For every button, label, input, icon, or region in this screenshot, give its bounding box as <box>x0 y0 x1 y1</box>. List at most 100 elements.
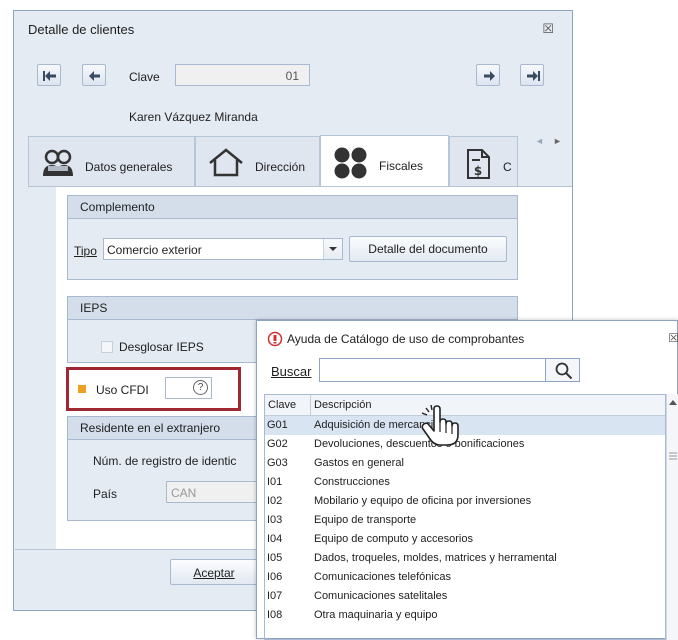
search-button[interactable] <box>545 358 580 382</box>
cell-descripcion: Equipo de transporte <box>314 514 417 526</box>
catalogo-popup: Ayuda de Catálogo de uso de comprobantes… <box>256 320 678 640</box>
house-icon <box>209 148 243 177</box>
scroll-grip-icon[interactable] <box>669 452 677 460</box>
detalle-documento-button[interactable]: Detalle del documento <box>349 236 507 262</box>
svg-text:$: $ <box>474 164 482 178</box>
num-registro-label: Núm. de registro de identic <box>93 454 237 468</box>
required-marker <box>78 385 86 393</box>
popup-title: Ayuda de Catálogo de uso de comprobantes <box>287 332 525 346</box>
tipo-select[interactable]: Comercio exterior <box>103 238 343 260</box>
cell-clave: G02 <box>267 438 288 450</box>
previous-record-icon <box>89 71 100 81</box>
cell-descripcion: Construcciones <box>314 476 390 488</box>
column-header-clave[interactable]: Clave <box>268 399 296 411</box>
buscar-label: Buscar <box>271 364 311 379</box>
cell-clave: I02 <box>267 495 283 507</box>
client-name: Karen Vázquez Miranda <box>129 110 258 124</box>
table-row[interactable]: I05 Dados, troqueles, moldes, matrices y… <box>265 549 665 568</box>
button-label: Aceptar <box>193 566 235 580</box>
aceptar-button[interactable]: Aceptar <box>170 559 258 585</box>
cell-descripcion: Comunicaciones satelitales <box>314 590 448 602</box>
dialog-title: Detalle de clientes <box>28 22 135 37</box>
close-icon[interactable]: ☒ <box>668 331 678 345</box>
tab-label: Fiscales <box>379 159 424 173</box>
table-row[interactable]: I06 Comunicaciones telefónicas <box>265 568 665 587</box>
catalog-table: Clave Descripción G01 Adquisición de mer… <box>264 394 666 640</box>
cell-clave: G03 <box>267 457 288 469</box>
cell-clave: I01 <box>267 476 283 488</box>
first-record-button[interactable] <box>37 64 61 86</box>
cell-clave: I08 <box>267 609 283 621</box>
tab-label: Dirección <box>255 160 306 174</box>
cell-clave: G01 <box>267 419 288 431</box>
catalog-info-icon <box>267 331 283 347</box>
tab-comprobantes[interactable]: $ C <box>449 136 518 187</box>
people-icon <box>43 149 73 176</box>
invoice-dollar-icon: $ <box>467 149 490 179</box>
help-icon[interactable]: ? <box>193 380 208 395</box>
dots-icon <box>334 147 367 179</box>
close-icon[interactable]: ☒ <box>542 21 554 37</box>
cell-descripcion: Otra maquinaria y equipo <box>314 609 438 621</box>
buscar-text: Buscar <box>271 364 312 379</box>
cell-clave: I07 <box>267 590 283 602</box>
desglosar-ieps-checkbox[interactable] <box>101 341 113 353</box>
clave-value: 01 <box>285 69 299 83</box>
cell-descripcion: Equipo de computo y accesorios <box>314 533 473 545</box>
first-record-icon <box>43 71 56 81</box>
table-row[interactable]: I08 Otra maquinaria y equipo <box>265 606 665 625</box>
cell-descripcion: Mobilario y equipo de oficina por invers… <box>314 495 532 507</box>
button-label: Detalle del documento <box>368 242 488 256</box>
column-header-descripcion[interactable]: Descripción <box>314 399 371 411</box>
cell-clave: I05 <box>267 552 283 564</box>
cell-descripcion: Dados, troqueles, moldes, matrices y her… <box>314 552 557 564</box>
scroll-up-icon[interactable] <box>668 398 678 406</box>
tab-datos-generales[interactable]: Datos generales <box>28 136 195 187</box>
tab-scroll-right-icon[interactable]: ► <box>553 136 562 146</box>
tipo-value: Comercio exterior <box>107 243 202 257</box>
next-record-button[interactable] <box>476 64 500 86</box>
tipo-label: Tipo <box>74 244 97 258</box>
group-title: Complemento <box>80 200 155 214</box>
table-row[interactable]: G01 Adquisición de mercancias <box>265 416 665 435</box>
next-record-icon <box>484 71 495 81</box>
cell-descripcion: Comunicaciones telefónicas <box>314 571 451 583</box>
pais-label: País <box>93 487 118 501</box>
chevron-down-icon[interactable] <box>323 239 342 259</box>
search-icon <box>555 362 573 380</box>
uso-cfdi-label: Uso CFDI <box>96 383 149 397</box>
group-title: Residente en el extranjero <box>80 421 221 435</box>
desglosar-ieps-label: Desglosar IEPS <box>119 340 204 354</box>
last-record-icon <box>527 71 540 81</box>
group-title: IEPS <box>80 301 108 315</box>
tab-direccion[interactable]: Dirección <box>195 136 320 187</box>
tab-label: C <box>503 160 512 174</box>
table-row[interactable]: I07 Comunicaciones satelitales <box>265 587 665 606</box>
table-row[interactable]: I03 Equipo de transporte <box>265 511 665 530</box>
clave-field[interactable]: 01 <box>175 64 310 86</box>
pais-field[interactable]: CAN <box>166 481 262 503</box>
cell-clave: I03 <box>267 514 283 526</box>
cell-clave: I06 <box>267 571 283 583</box>
uso-cfdi-highlight: Uso CFDI ? <box>66 367 241 411</box>
table-row[interactable]: G03 Gastos en general <box>265 454 665 473</box>
vertical-scrollbar[interactable] <box>666 394 678 640</box>
tab-fiscales[interactable]: Fiscales <box>320 135 449 187</box>
cell-descripcion: Gastos en general <box>314 457 404 469</box>
tab-label: Datos generales <box>85 160 173 174</box>
table-row[interactable]: I01 Construcciones <box>265 473 665 492</box>
clave-label: Clave <box>129 70 160 84</box>
uso-cfdi-input[interactable]: ? <box>165 377 212 399</box>
last-record-button[interactable] <box>520 64 544 86</box>
table-row[interactable]: I04 Equipo de computo y accesorios <box>265 530 665 549</box>
cell-clave: I04 <box>267 533 283 545</box>
table-row[interactable]: I02 Mobilario y equipo de oficina por in… <box>265 492 665 511</box>
table-row[interactable]: G02 Devoluciones, descuentos o bonificac… <box>265 435 665 454</box>
table-header: Clave Descripción <box>265 395 665 416</box>
tab-scroll-left-icon[interactable]: ◄ <box>535 136 544 146</box>
pais-value: CAN <box>171 486 197 500</box>
previous-record-button[interactable] <box>82 64 106 86</box>
complemento-group: Complemento Tipo Comercio exterior Detal… <box>67 195 518 280</box>
hand-cursor-icon <box>421 405 459 446</box>
buscar-input[interactable] <box>319 358 547 382</box>
